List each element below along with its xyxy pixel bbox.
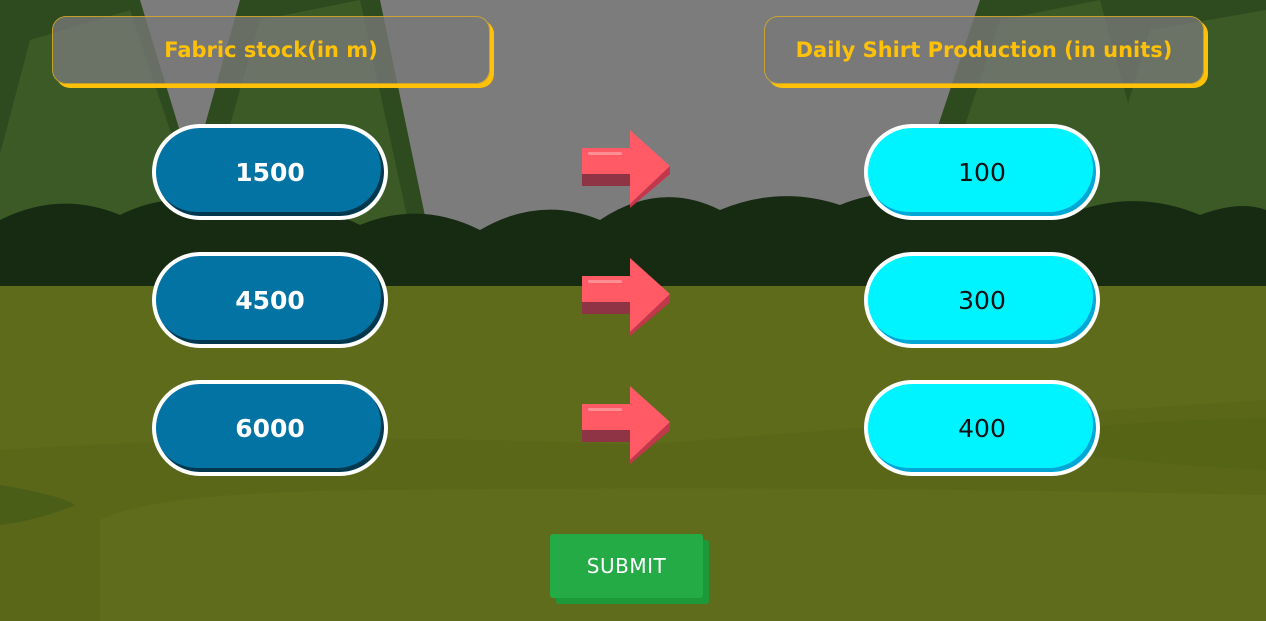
arrow-right-icon [582,258,670,336]
shirt-production-value: 300 [958,285,1006,315]
fabric-stock-option-3[interactable]: 6000 [152,380,388,476]
fabric-stock-value: 4500 [235,285,305,315]
header-fabric-stock-label: Fabric stock(in m) [164,38,378,62]
submit-button[interactable]: SUBMIT [550,534,703,598]
fabric-stock-option-2[interactable]: 4500 [152,252,388,348]
arrow-right-icon [582,130,670,208]
header-daily-shirt-production-label: Daily Shirt Production (in units) [795,38,1173,62]
fabric-stock-value: 6000 [235,413,305,443]
fabric-stock-value: 1500 [235,157,305,187]
arrow-right-icon [582,386,670,464]
shirt-production-option-2[interactable]: 300 [864,252,1100,348]
fabric-stock-option-1[interactable]: 1500 [152,124,388,220]
shirt-production-option-3[interactable]: 400 [864,380,1100,476]
shirt-production-value: 100 [958,157,1006,187]
header-fabric-stock: Fabric stock(in m) [52,16,490,84]
submit-button-label: SUBMIT [586,554,667,578]
shirt-production-value: 400 [958,413,1006,443]
shirt-production-option-1[interactable]: 100 [864,124,1100,220]
header-daily-shirt-production: Daily Shirt Production (in units) [764,16,1204,84]
